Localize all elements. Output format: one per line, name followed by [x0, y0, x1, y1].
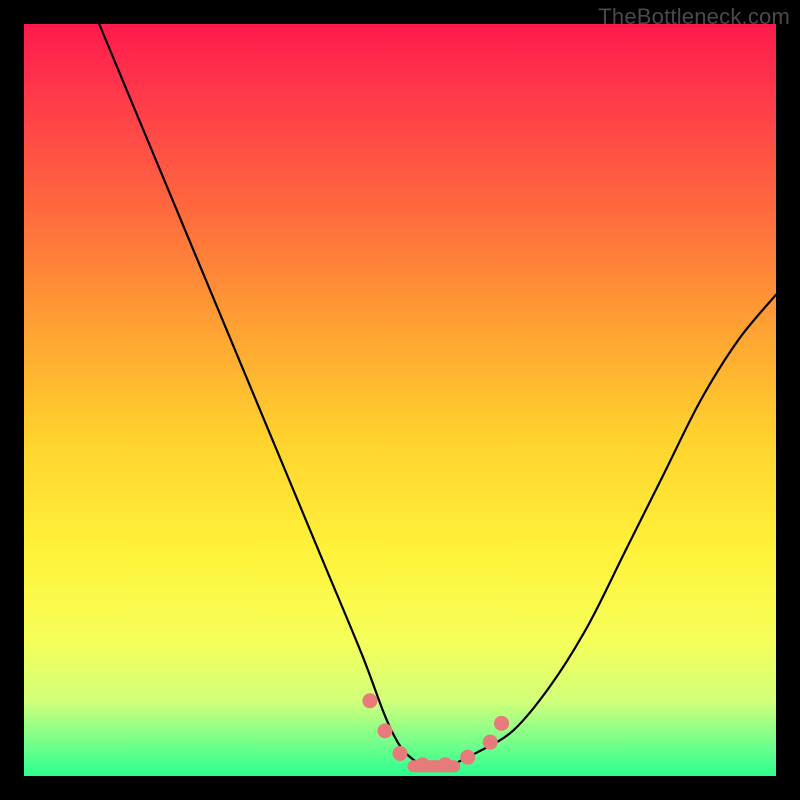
trough-marker [483, 735, 498, 750]
chart-plot-area [24, 24, 776, 776]
trough-marker [393, 746, 408, 761]
bottleneck-curve-path [99, 24, 776, 769]
bottleneck-curve-svg [24, 24, 776, 776]
curve-markers [362, 693, 509, 772]
watermark-text: TheBottleneck.com [598, 4, 790, 30]
trough-marker [377, 723, 392, 738]
trough-flat-segment [408, 760, 461, 772]
trough-marker [494, 716, 509, 731]
trough-marker [362, 693, 377, 708]
trough-marker [460, 750, 475, 765]
